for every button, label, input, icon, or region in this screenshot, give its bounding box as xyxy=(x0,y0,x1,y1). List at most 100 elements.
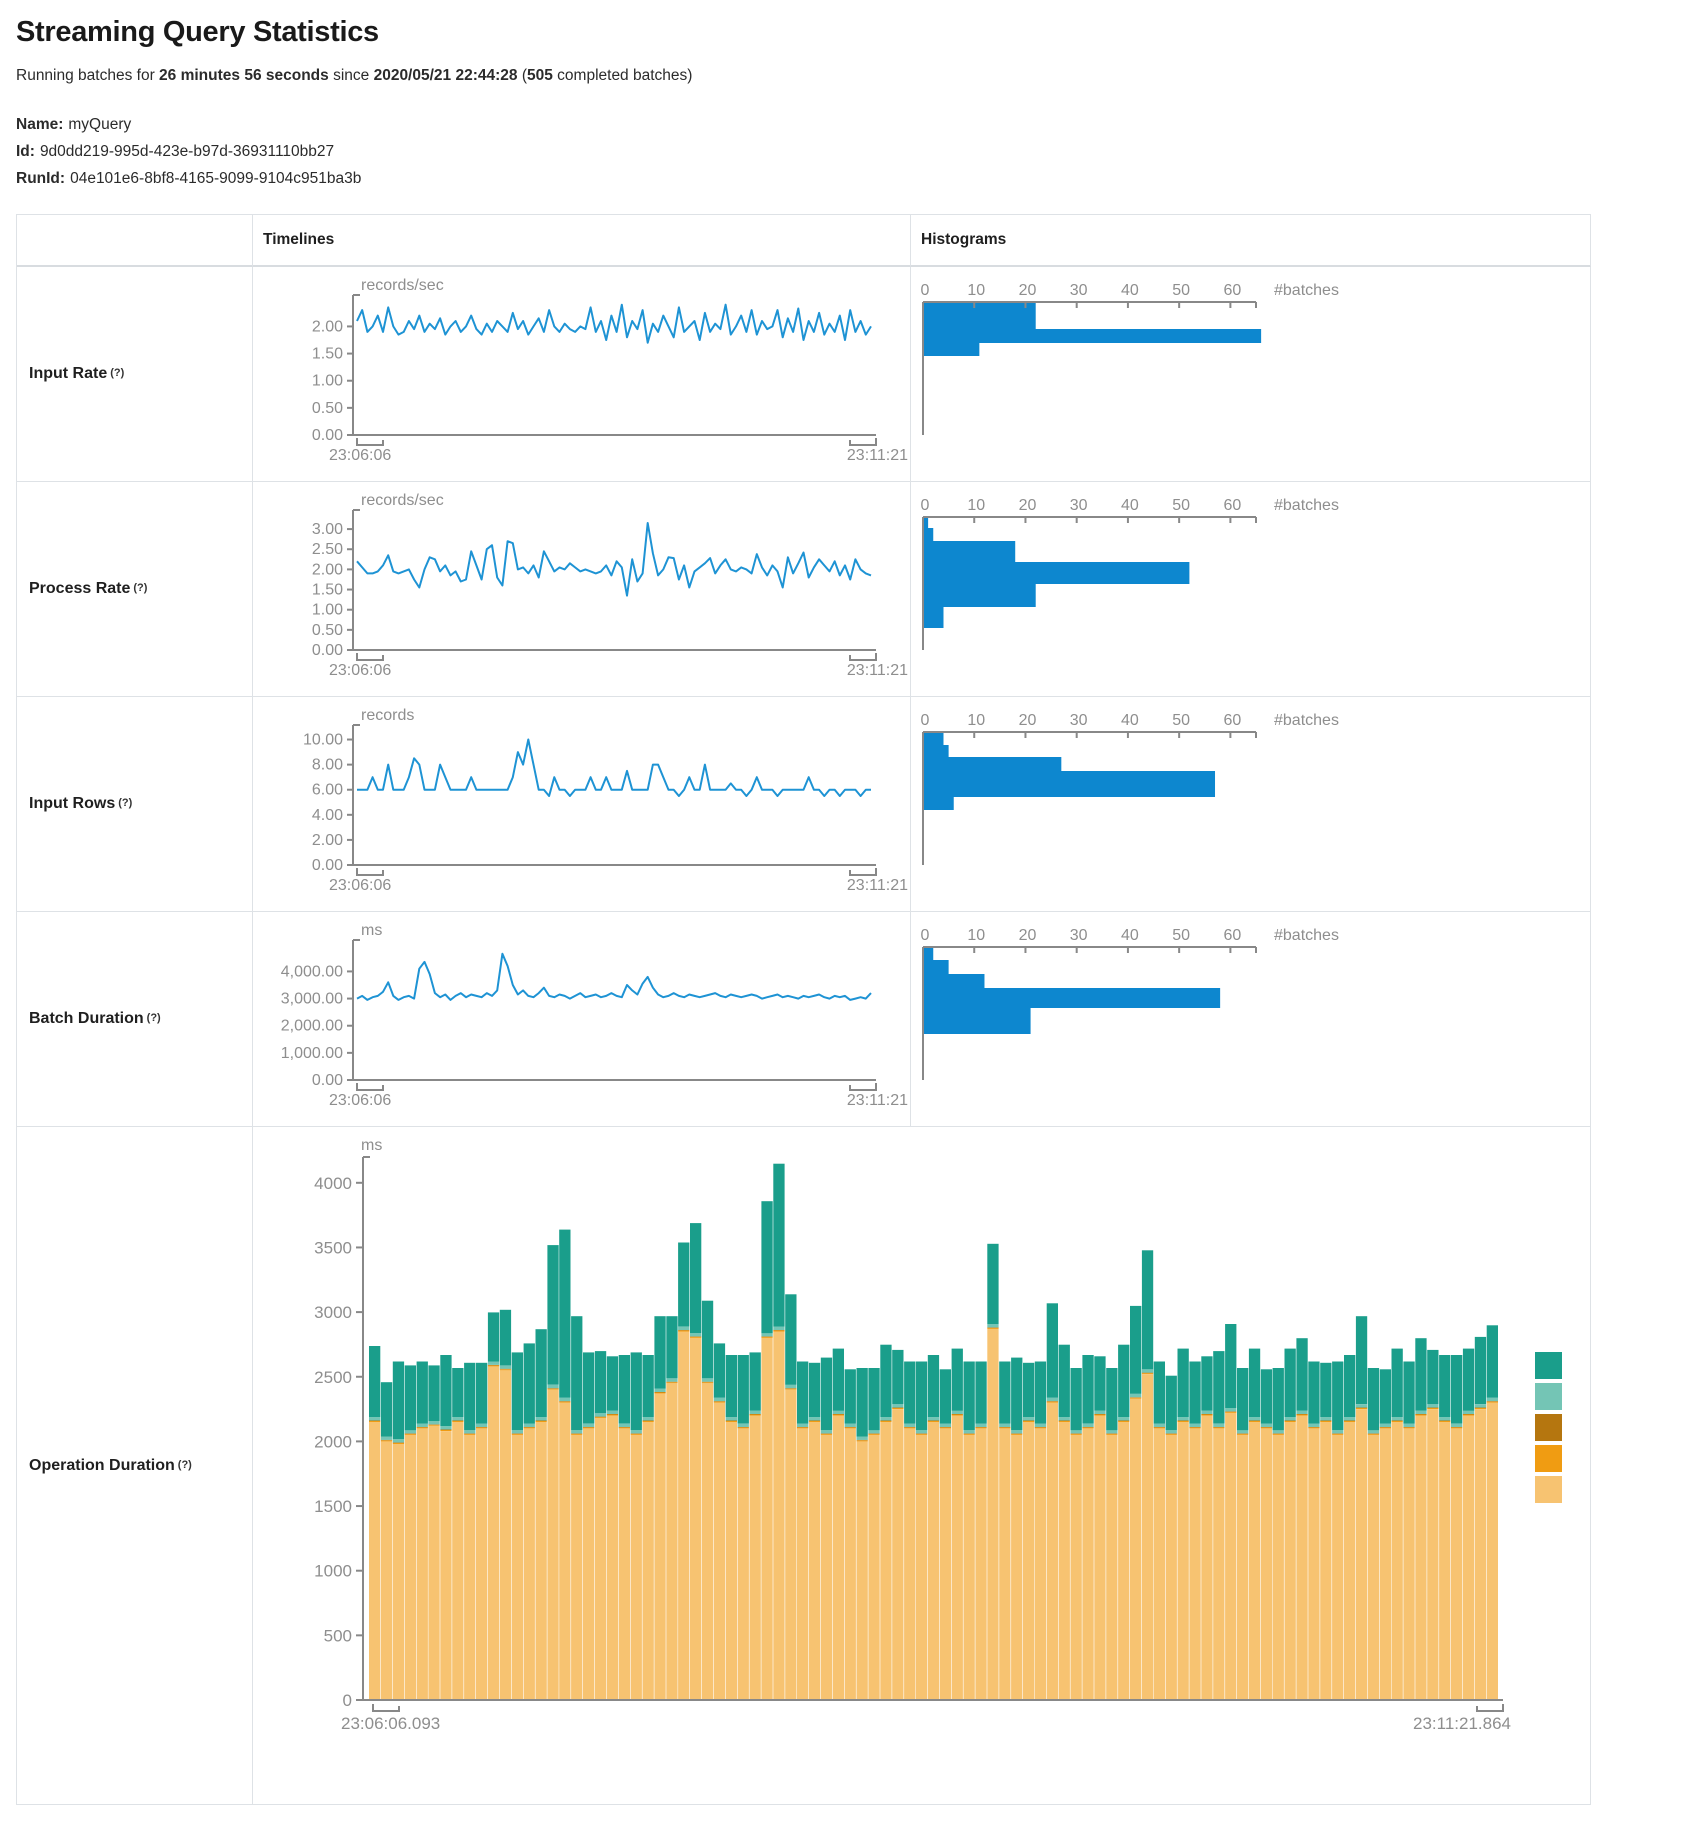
operation-duration-chart: ms4000350030002500200015001000500023:06:… xyxy=(253,1127,1590,1804)
stacked-bar-segment xyxy=(1392,1421,1403,1422)
stacked-bar-segment xyxy=(559,1402,570,1403)
axis-label: 40 xyxy=(1121,497,1139,514)
stacked-bar-segment xyxy=(1201,1415,1212,1416)
stacked-bar-segment xyxy=(369,1417,380,1420)
stacked-bar-segment xyxy=(524,1424,535,1427)
stacked-bar-segment xyxy=(512,1434,523,1435)
input-rate-timeline-svg: records/sec2.001.501.000.500.0023:06:062… xyxy=(253,267,911,482)
axis-label: 6.00 xyxy=(312,782,343,799)
stacked-bar-segment xyxy=(761,1336,772,1337)
page-title: Streaming Query Statistics xyxy=(16,16,1693,49)
stacked-bar-segment xyxy=(1059,1345,1070,1417)
stacked-bar-segment xyxy=(488,1366,499,1700)
stacked-bar-segment xyxy=(1213,1424,1224,1427)
stacked-bar-segment xyxy=(975,1427,986,1428)
axis-label: 3.00 xyxy=(312,521,343,538)
histogram-bar xyxy=(923,974,984,988)
stacked-bar-segment xyxy=(536,1421,547,1422)
process-rate-histogram-cell: 0102030405060#batches xyxy=(911,482,1591,697)
stacked-bar-segment xyxy=(1178,1349,1189,1418)
input-rate-label: Input Rate xyxy=(29,365,107,383)
stacked-bar-segment xyxy=(417,1429,428,1701)
stacked-bar-segment xyxy=(619,1429,630,1701)
stacked-bar-segment xyxy=(1166,1434,1177,1435)
stacked-bar-segment xyxy=(619,1424,630,1427)
histogram-bar xyxy=(923,732,943,745)
stacked-bar-segment xyxy=(452,1422,463,1700)
stacked-bar-segment xyxy=(1059,1417,1070,1420)
stacked-bar-segment xyxy=(1463,1415,1474,1416)
stacked-bar-segment xyxy=(1011,1430,1022,1433)
batch-duration-help-icon[interactable]: (?) xyxy=(147,1012,161,1024)
query-runid-line: RunId:04e101e6-8bf8-4165-9099-9104c951ba… xyxy=(16,165,1693,192)
stacked-bar-segment xyxy=(571,1433,582,1434)
stacked-bar-segment xyxy=(928,1417,939,1420)
axis-label: 23:11:21 xyxy=(847,662,908,679)
axis-label: 0.00 xyxy=(312,1072,343,1089)
stacked-bar-segment xyxy=(750,1415,761,1416)
stacked-bar-segment xyxy=(583,1424,594,1427)
stacked-bar-segment xyxy=(857,1437,868,1440)
stacked-bar-segment xyxy=(476,1427,487,1428)
stacked-bar-segment xyxy=(1320,1421,1331,1422)
stacked-bar-segment xyxy=(524,1429,535,1701)
stacked-bar-segment xyxy=(1332,1433,1343,1434)
input-rate-help-icon[interactable]: (?) xyxy=(110,367,124,379)
stacked-bar-segment xyxy=(845,1424,856,1427)
stacked-bar-segment xyxy=(1285,1349,1296,1418)
stacked-bar-segment xyxy=(1082,1355,1093,1424)
stacked-bar-segment xyxy=(702,1382,713,1383)
stacked-bar-segment xyxy=(643,1417,654,1420)
batch-duration-timeline-svg: ms4,000.003,000.002,000.001,000.000.0023… xyxy=(253,912,911,1127)
axis-label: 20 xyxy=(1019,282,1037,299)
stacked-bar-segment xyxy=(643,1421,654,1422)
axis-label: records/sec xyxy=(361,492,444,509)
stacked-bar-segment xyxy=(1487,1403,1498,1700)
stacked-bar-segment xyxy=(714,1401,725,1402)
stacked-bar-segment xyxy=(1415,1414,1426,1415)
row-label-operation-duration: Operation Duration(?) xyxy=(17,1127,253,1805)
stacked-bar-segment xyxy=(833,1414,844,1415)
axis-label: 40 xyxy=(1121,282,1139,299)
stacked-bar-segment xyxy=(1332,1362,1343,1431)
stacked-bar-segment xyxy=(1094,1414,1105,1415)
input-rows-histogram-chart: 0102030405060#batches xyxy=(911,697,1590,911)
stacked-bar-segment xyxy=(761,1338,772,1700)
axis-label: records xyxy=(361,707,414,724)
input-rows-help-icon[interactable]: (?) xyxy=(118,797,132,809)
stacked-bar-segment xyxy=(750,1416,761,1701)
stacked-bar-segment xyxy=(1249,1349,1260,1418)
stacked-bar-segment xyxy=(1332,1430,1343,1433)
stacked-bar-segment xyxy=(928,1421,939,1422)
summary-paren: ( xyxy=(518,67,527,84)
axis-label: 0.00 xyxy=(312,427,343,444)
stacked-bar-segment xyxy=(797,1362,808,1424)
stacked-bar-segment xyxy=(1225,1413,1236,1700)
stacked-bar-segment xyxy=(1047,1401,1058,1402)
stacked-bar-segment xyxy=(476,1363,487,1424)
stacked-bar-segment xyxy=(940,1427,951,1428)
stacked-bar-segment xyxy=(1368,1434,1379,1435)
stacked-bar-segment xyxy=(559,1230,570,1398)
stacked-bar-segment xyxy=(488,1365,499,1366)
process-rate-histogram-chart: 0102030405060#batches xyxy=(911,482,1590,696)
stacked-bar-segment xyxy=(1118,1421,1129,1422)
stacked-bar-segment xyxy=(1106,1368,1117,1430)
stacked-bar-segment xyxy=(797,1424,808,1427)
stacked-bar-segment xyxy=(952,1414,963,1415)
axis-label: 4.00 xyxy=(312,807,343,824)
stacked-bar-segment xyxy=(1332,1434,1343,1435)
stacked-bar-segment xyxy=(440,1355,451,1426)
stacked-bar-segment xyxy=(1344,1355,1355,1417)
stacked-bar-segment xyxy=(1023,1421,1034,1422)
stacked-bar-segment xyxy=(987,1329,998,1700)
operation-duration-help-icon[interactable]: (?) xyxy=(178,1459,192,1471)
process-rate-help-icon[interactable]: (?) xyxy=(133,582,147,594)
stacked-bar-segment xyxy=(892,1408,903,1409)
stacked-bar-segment xyxy=(417,1424,428,1427)
stacked-bar-segment xyxy=(690,1338,701,1700)
stacked-bar-segment xyxy=(500,1365,511,1368)
stacked-bar-segment xyxy=(1023,1417,1034,1420)
axis-label: 50 xyxy=(1172,927,1190,944)
stacked-bar-segment xyxy=(1261,1369,1272,1423)
